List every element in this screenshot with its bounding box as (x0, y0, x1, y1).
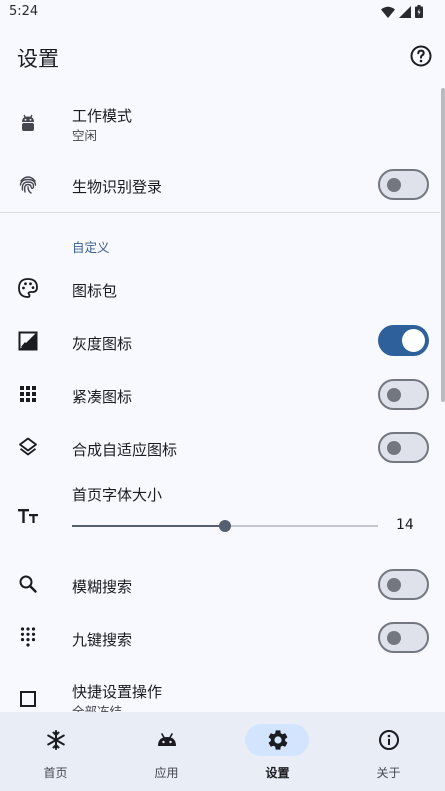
biometric-login-label: 生物识别登录 (72, 178, 163, 196)
fuzzy-search-label: 模糊搜索 (72, 578, 133, 596)
icon-pack-label: 图标包 (72, 282, 118, 300)
nav-label: 应用 (154, 766, 179, 780)
fuzzy-search-setting[interactable]: 模糊搜索 (0, 558, 440, 611)
grid-icon (20, 386, 36, 402)
help-icon[interactable] (409, 44, 433, 68)
wifi-icon (381, 6, 395, 18)
divider (0, 212, 440, 213)
info-icon (379, 730, 399, 750)
page-title: 设置 (17, 47, 59, 71)
compact-icons-switch[interactable] (378, 379, 429, 410)
nav-label: 首页 (43, 766, 68, 780)
quick-settings-value: 全部冻结 (72, 704, 123, 712)
compact-icons-setting[interactable]: 紧凑图标 (0, 368, 440, 421)
slider-thumb[interactable] (219, 520, 231, 532)
work-mode-label: 工作模式 (72, 107, 133, 125)
home-font-size-slider[interactable] (72, 520, 378, 532)
slider-fill (72, 525, 225, 527)
nav-label: 设置 (265, 766, 290, 780)
work-mode-setting[interactable]: 工作模式 空闲 (0, 88, 440, 158)
status-bar: 5:24 (0, 0, 445, 26)
fingerprint-icon (19, 176, 37, 194)
scrollbar[interactable] (441, 88, 445, 402)
grayscale-image-icon (18, 331, 38, 351)
t9-search-switch[interactable] (378, 622, 429, 653)
android-icon (22, 114, 34, 131)
biometric-login-setting[interactable]: 生物识别登录 (0, 158, 440, 212)
snowflake-icon (47, 730, 65, 750)
nav-label: 关于 (376, 766, 401, 780)
search-icon (19, 575, 37, 593)
section-header-custom: 自定义 (72, 240, 110, 255)
android-icon (158, 733, 176, 746)
nav-item-home[interactable]: 首页 (0, 712, 111, 791)
home-font-size-label: 首页字体大小 (72, 486, 163, 504)
gray-icons-switch[interactable] (378, 325, 429, 356)
top-app-bar: 设置 (0, 26, 445, 88)
status-time: 5:24 (9, 4, 39, 19)
home-font-size-setting[interactable]: 首页字体大小 (0, 474, 440, 550)
quick-settings-label: 快捷设置操作 (72, 683, 163, 701)
icon-pack-setting[interactable]: 图标包 (0, 262, 440, 315)
nav-item-settings[interactable]: 设置 (222, 712, 333, 791)
nav-item-apps[interactable]: 应用 (111, 712, 222, 791)
adaptive-icons-switch[interactable] (378, 432, 429, 463)
t9-search-label: 九键搜索 (72, 631, 133, 649)
quick-settings-setting[interactable]: 快捷设置操作 全部冻结 (0, 664, 440, 712)
compact-icons-label: 紧凑图标 (72, 388, 133, 406)
adaptive-icons-setting[interactable]: 合成自适应图标 (0, 421, 440, 474)
fuzzy-search-switch[interactable] (378, 569, 429, 600)
layers-icon (19, 437, 37, 456)
signal-icon (399, 5, 411, 18)
settings-list[interactable]: 工作模式 空闲 生物识别登录 自定义 图标包 灰度图标 紧凑图标 合成自适应图标… (0, 88, 445, 712)
home-font-size-value: 14 (396, 517, 414, 533)
adaptive-icons-label: 合成自适应图标 (72, 441, 178, 459)
nav-item-about[interactable]: 关于 (333, 712, 444, 791)
t9-search-setting[interactable]: 九键搜索 (0, 611, 440, 664)
work-mode-value: 空闲 (72, 128, 98, 143)
gray-icons-setting[interactable]: 灰度图标 (0, 315, 440, 368)
palette-icon (18, 278, 38, 298)
dialpad-icon (20, 627, 36, 647)
gray-icons-label: 灰度图标 (72, 335, 133, 353)
biometric-login-switch[interactable] (378, 169, 429, 200)
system-icons (381, 5, 423, 18)
text-size-icon (18, 509, 38, 523)
battery-icon (415, 5, 423, 18)
square-icon (20, 691, 36, 707)
bottom-navigation: 首页 应用 设置 关于 (0, 712, 445, 791)
gear-icon (268, 730, 288, 750)
